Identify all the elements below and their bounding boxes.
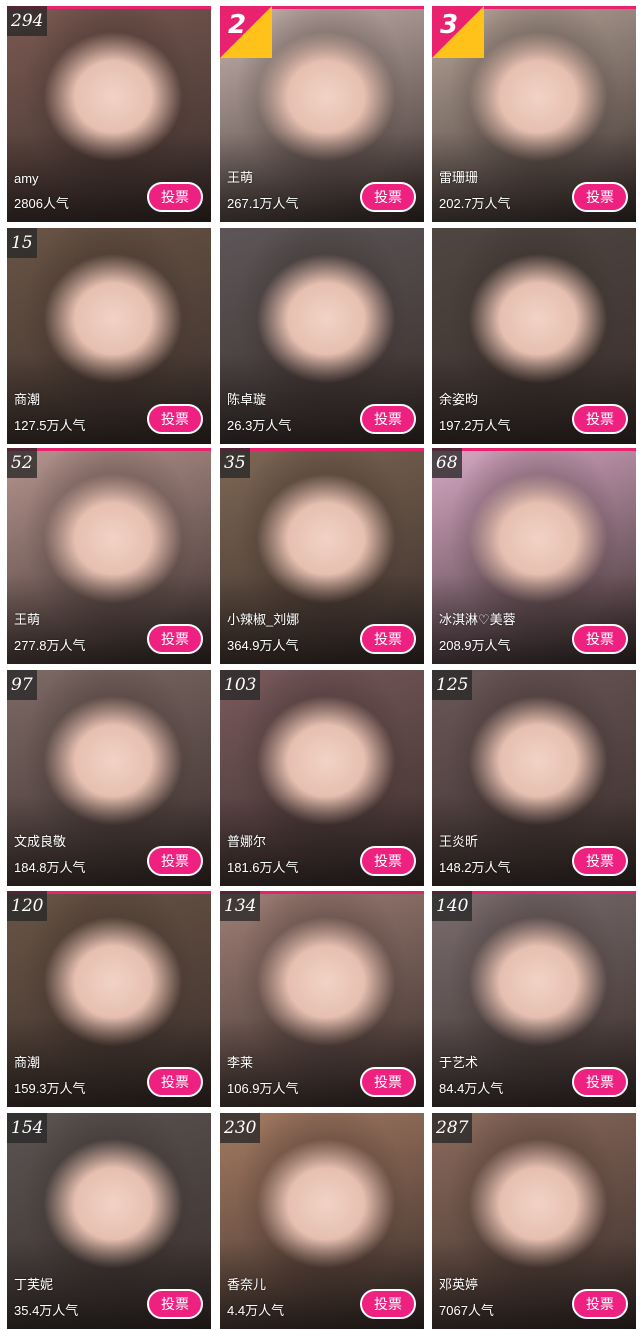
rank-badge: 294 <box>7 6 48 36</box>
vote-button[interactable]: 投票 <box>572 846 628 876</box>
popularity-count: 7067人气 <box>439 1303 494 1318</box>
vote-button[interactable]: 投票 <box>147 1067 203 1097</box>
contestant-card[interactable]: 294 amy 2806人气 投票 <box>7 6 211 222</box>
rank-number: 3 <box>440 10 459 40</box>
vote-button[interactable]: 投票 <box>147 624 203 654</box>
contestant-name: 陈卓璇 <box>227 392 267 407</box>
popularity-count: 35.4万人气 <box>14 1303 79 1318</box>
contestant-card[interactable]: 2 王萌 267.1万人气 投票 <box>220 6 424 222</box>
popularity-count: 277.8万人气 <box>14 638 86 653</box>
contestant-name: 王萌 <box>227 170 254 185</box>
vote-button[interactable]: 投票 <box>147 404 203 434</box>
contestant-card[interactable]: 120 商潮 159.3万人气 投票 <box>7 891 211 1107</box>
vote-button[interactable]: 投票 <box>360 846 416 876</box>
rank-badge: 103 <box>220 670 261 700</box>
vote-button[interactable]: 投票 <box>360 1067 416 1097</box>
contestant-name: 雷珊珊 <box>439 170 479 185</box>
vote-button[interactable]: 投票 <box>360 624 416 654</box>
contestant-card[interactable]: 154 丁芙妮 35.4万人气 投票 <box>7 1113 211 1329</box>
vote-button[interactable]: 投票 <box>572 182 628 212</box>
rank-badge: 15 <box>7 228 37 258</box>
rank-badge: 125 <box>432 670 473 700</box>
vote-button[interactable]: 投票 <box>147 1289 203 1319</box>
contestant-name: 余姿昀 <box>439 392 479 407</box>
vote-button[interactable]: 投票 <box>360 404 416 434</box>
vote-button[interactable]: 投票 <box>572 1067 628 1097</box>
rank-ribbon: 2 <box>220 6 272 58</box>
rank-badge: 97 <box>7 670 37 700</box>
rank-badge: 230 <box>220 1113 261 1143</box>
vote-button[interactable]: 投票 <box>572 1289 628 1319</box>
popularity-count: 106.9万人气 <box>227 1081 299 1096</box>
popularity-count: 2806人气 <box>14 196 69 211</box>
rank-badge: 134 <box>220 891 261 921</box>
contestant-name: 李莱 <box>227 1055 254 1070</box>
contestant-card[interactable]: 125 王炎昕 148.2万人气 投票 <box>432 670 636 886</box>
vote-button[interactable]: 投票 <box>360 182 416 212</box>
contestant-card[interactable]: 97 文成良敬 184.8万人气 投票 <box>7 670 211 886</box>
rank-badge: 68 <box>432 448 462 478</box>
popularity-count: 208.9万人气 <box>439 638 511 653</box>
contestant-card[interactable]: 3 雷珊珊 202.7万人气 投票 <box>432 6 636 222</box>
vote-button[interactable]: 投票 <box>360 1289 416 1319</box>
popularity-count: 184.8万人气 <box>14 860 86 875</box>
rank-badge: 120 <box>7 891 48 921</box>
vote-button[interactable]: 投票 <box>572 624 628 654</box>
rank-badge: 140 <box>432 891 473 921</box>
popularity-count: 267.1万人气 <box>227 196 299 211</box>
popularity-count: 148.2万人气 <box>439 860 511 875</box>
contestant-card[interactable]: 陈卓璇 26.3万人气 投票 <box>220 228 424 444</box>
contestant-card[interactable]: 230 香奈儿 4.4万人气 投票 <box>220 1113 424 1329</box>
contestant-card[interactable]: 68 冰淇淋♡美蓉 208.9万人气 投票 <box>432 448 636 664</box>
vote-button[interactable]: 投票 <box>147 182 203 212</box>
popularity-count: 84.4万人气 <box>439 1081 504 1096</box>
contestant-name: 文成良敬 <box>14 834 67 849</box>
rank-number: 2 <box>228 10 247 40</box>
contestant-card[interactable]: 52 王萌 277.8万人气 投票 <box>7 448 211 664</box>
contestant-name: 于艺术 <box>439 1055 479 1070</box>
vote-button[interactable]: 投票 <box>147 846 203 876</box>
popularity-count: 159.3万人气 <box>14 1081 86 1096</box>
rank-ribbon: 3 <box>432 6 484 58</box>
contestant-card[interactable]: 103 普娜尔 181.6万人气 投票 <box>220 670 424 886</box>
contestant-name: 普娜尔 <box>227 834 267 849</box>
rank-badge: 52 <box>7 448 37 478</box>
popularity-count: 26.3万人气 <box>227 418 292 433</box>
rank-badge: 287 <box>432 1113 473 1143</box>
contestant-card[interactable]: 余姿昀 197.2万人气 投票 <box>432 228 636 444</box>
popularity-count: 202.7万人气 <box>439 196 511 211</box>
popularity-count: 364.9万人气 <box>227 638 299 653</box>
contestant-card[interactable]: 134 李莱 106.9万人气 投票 <box>220 891 424 1107</box>
contestant-name: 香奈儿 <box>227 1277 267 1292</box>
contestant-name: 王萌 <box>14 612 41 627</box>
popularity-count: 197.2万人气 <box>439 418 511 433</box>
popularity-count: 127.5万人气 <box>14 418 86 433</box>
contestant-name: amy <box>14 171 39 186</box>
rank-badge: 35 <box>220 448 250 478</box>
rank-badge: 154 <box>7 1113 48 1143</box>
contestant-card[interactable]: 15 商潮 127.5万人气 投票 <box>7 228 211 444</box>
contestant-name: 丁芙妮 <box>14 1277 54 1292</box>
contestant-name: 小辣椒_刘娜 <box>227 612 300 627</box>
contestant-name: 商潮 <box>14 1055 41 1070</box>
vote-button[interactable]: 投票 <box>572 404 628 434</box>
contestant-card[interactable]: 35 小辣椒_刘娜 364.9万人气 投票 <box>220 448 424 664</box>
contestant-name: 商潮 <box>14 392 41 407</box>
contestant-grid: 294 amy 2806人气 投票 2 王萌 267.1万人气 投票 3 雷珊珊 202.7万人气投… <box>0 0 640 1330</box>
popularity-count: 181.6万人气 <box>227 860 299 875</box>
contestant-name: 冰淇淋♡美蓉 <box>439 612 516 627</box>
contestant-name: 王炎昕 <box>439 834 479 849</box>
popularity-count: 4.4万人气 <box>227 1303 285 1318</box>
contestant-name: 邓英婷 <box>439 1277 479 1292</box>
contestant-card[interactable]: 140 于艺术 84.4万人气 投票 <box>432 891 636 1107</box>
contestant-card[interactable]: 287 邓英婷 7067人气 投票 <box>432 1113 636 1329</box>
